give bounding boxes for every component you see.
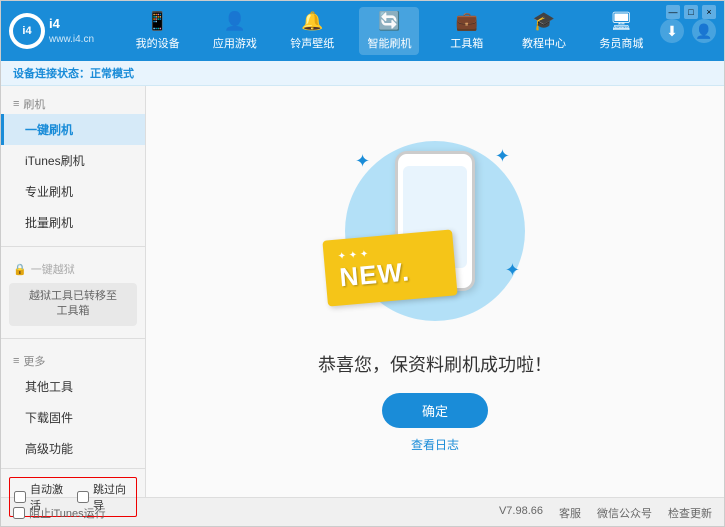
logo-icon: i4 xyxy=(9,13,45,49)
footer-right: V7.98.66 客服 微信公众号 检查更新 xyxy=(499,505,712,521)
sidebar-item-advanced[interactable]: 高级功能 xyxy=(1,433,145,464)
apps-icon: 👤 xyxy=(224,11,246,32)
stop-itunes-checkbox[interactable] xyxy=(13,507,25,519)
new-ribbon: ✦ ✦ ✦ NEW. xyxy=(322,229,457,306)
account-button[interactable]: 👤 xyxy=(692,19,716,43)
sidebar-more-header: ≡ 更多 xyxy=(1,347,145,371)
customer-service-link[interactable]: 客服 xyxy=(559,505,581,521)
download-button[interactable]: ⬇ xyxy=(660,19,684,43)
content-area: ✦ ✦ ✦ ✦ ✦ ✦ NEW. 恭喜您，保资料刷机成功啦！ 确定 查 xyxy=(146,86,724,497)
device-icon: 📱 xyxy=(146,11,168,32)
wechat-link[interactable]: 微信公众号 xyxy=(597,505,652,521)
nav-smart-flash[interactable]: 🔄 智能刷机 xyxy=(359,7,419,55)
logo-area: i4 i4 www.i4.cn xyxy=(9,13,119,49)
header: i4 i4 www.i4.cn 📱 我的设备 👤 应用游戏 🔔 铃声壁纸 🔄 xyxy=(1,1,724,61)
skip-guide-checkbox[interactable] xyxy=(77,491,89,503)
sidebar-item-batch-flash[interactable]: 批量刷机 xyxy=(1,207,145,238)
view-log-link[interactable]: 查看日志 xyxy=(411,436,459,453)
nav-tutorials[interactable]: 🎓 教程中心 xyxy=(514,7,574,55)
main-layout: ≡ 刷机 一键刷机 iTunes刷机 专业刷机 批量刷机 🔒 一键越狱 越狱工具… xyxy=(1,86,724,497)
sidebar-item-itunes-flash[interactable]: iTunes刷机 xyxy=(1,145,145,176)
status-bar: 设备连接状态：正常模式 xyxy=(1,61,724,86)
toolbox-icon: 💼 xyxy=(456,11,478,32)
tutorial-icon: 🎓 xyxy=(533,11,555,32)
logo-text: i4 www.i4.cn xyxy=(49,16,94,46)
sidebar-item-other-tools[interactable]: 其他工具 xyxy=(1,371,145,402)
nav-service[interactable]: 🖥 务员商城 xyxy=(591,7,651,55)
flash-icon: 🔄 xyxy=(378,11,400,32)
sparkle-2: ✦ xyxy=(495,146,510,167)
sidebar-section-flash: ≡ 刷机 一键刷机 iTunes刷机 专业刷机 批量刷机 xyxy=(1,86,145,242)
sidebar-section-more: ≡ 更多 其他工具 下载固件 高级功能 xyxy=(1,343,145,468)
sidebar-item-pro-flash[interactable]: 专业刷机 xyxy=(1,176,145,207)
sidebar-item-download-firmware[interactable]: 下载固件 xyxy=(1,402,145,433)
nav-apps-games[interactable]: 👤 应用游戏 xyxy=(205,7,265,55)
service-icon: 🖥 xyxy=(610,11,633,32)
version-label: V7.98.66 xyxy=(499,505,543,521)
close-button[interactable]: × xyxy=(702,5,716,19)
header-actions: ⬇ 👤 xyxy=(660,19,716,43)
sidebar: ≡ 刷机 一键刷机 iTunes刷机 专业刷机 批量刷机 🔒 一键越狱 越狱工具… xyxy=(1,86,146,497)
nav-bar: 📱 我的设备 👤 应用游戏 🔔 铃声壁纸 🔄 智能刷机 💼 工具箱 🎓 xyxy=(119,7,660,55)
maximize-button[interactable]: □ xyxy=(684,5,698,19)
window-controls: — □ × xyxy=(666,5,716,19)
check-update-link[interactable]: 检查更新 xyxy=(668,505,712,521)
sidebar-divider-1 xyxy=(1,246,145,247)
sparkle-3: ✦ xyxy=(505,260,520,281)
confirm-button[interactable]: 确定 xyxy=(382,393,488,428)
nav-my-device[interactable]: 📱 我的设备 xyxy=(128,7,188,55)
sidebar-divider-2 xyxy=(1,338,145,339)
sidebar-item-one-key-flash[interactable]: 一键刷机 xyxy=(1,114,145,145)
sidebar-section-flash-header: ≡ 刷机 xyxy=(1,90,145,114)
success-title: 恭喜您，保资料刷机成功啦！ xyxy=(318,351,552,377)
nav-toolbox[interactable]: 💼 工具箱 xyxy=(437,7,497,55)
sidebar-section-jailbreak: 🔒 一键越狱 越狱工具已转移至工具箱 xyxy=(1,251,145,334)
minimize-button[interactable]: — xyxy=(666,5,680,19)
sidebar-jailbreak-notice: 越狱工具已转移至工具箱 xyxy=(9,283,137,326)
auto-activate-checkbox[interactable] xyxy=(14,491,26,503)
ringtone-icon: 🔔 xyxy=(301,11,323,32)
success-illustration: ✦ ✦ ✦ ✦ ✦ ✦ NEW. xyxy=(335,131,535,331)
sidebar-jailbreak-header: 🔒 一键越狱 xyxy=(1,255,145,279)
footer-left: 阻止iTunes运行 xyxy=(13,505,106,521)
nav-ringtones[interactable]: 🔔 铃声壁纸 xyxy=(282,7,342,55)
sparkle-1: ✦ xyxy=(355,151,370,172)
